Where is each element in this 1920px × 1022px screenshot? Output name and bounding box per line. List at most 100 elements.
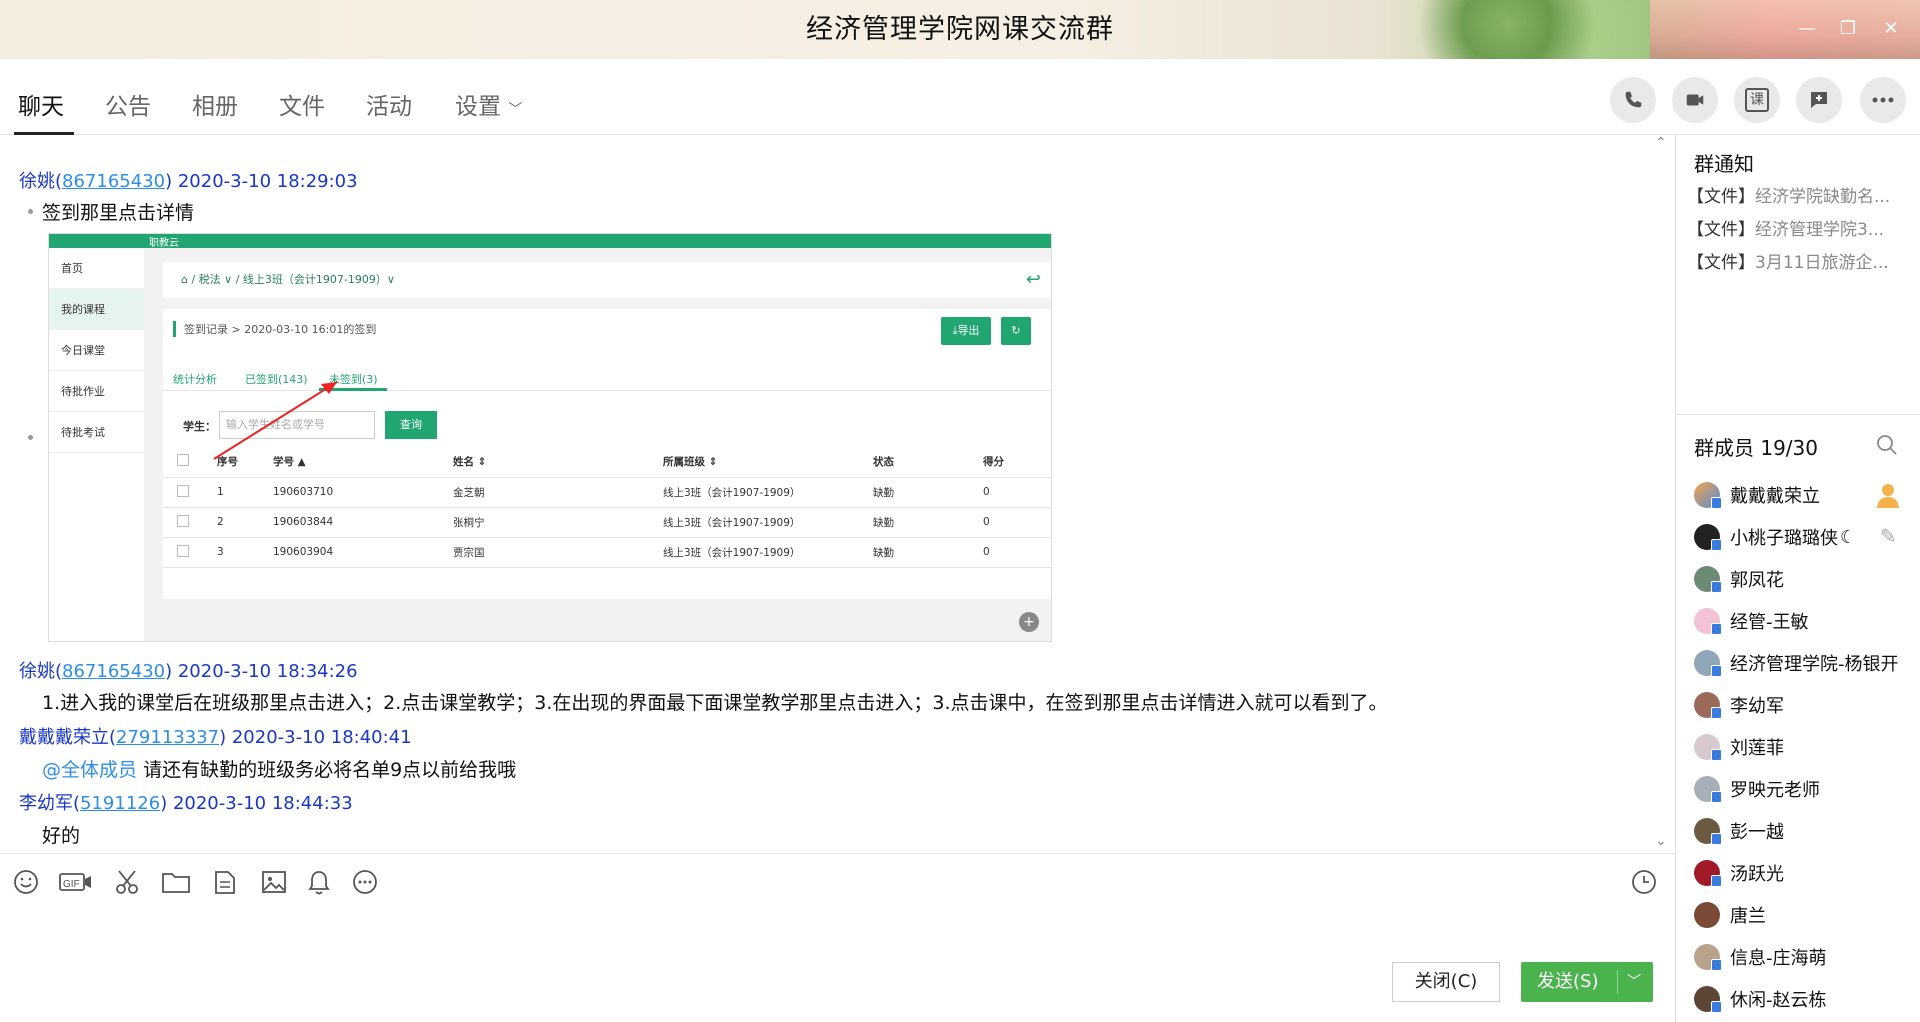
history-clock-icon[interactable] [1630,868,1660,898]
avatar [1694,944,1722,971]
tab-activity[interactable]: 活动 [366,87,412,121]
tab-settings[interactable]: 设置 ﹀ [455,87,522,121]
member-item[interactable]: 戴戴戴荣立 [1694,479,1820,511]
tab-chat[interactable]: 聊天 [18,87,64,121]
tab-announcement[interactable]: 公告 [105,87,151,121]
message-header: 李幼军(5191126) 2020-3-10 18:44:33 [19,793,353,814]
red-arrow-annotation [213,381,338,460]
notice-item[interactable]: 【文件】经济管理学院3... [1687,215,1884,240]
send-options-chevron-icon[interactable]: ﹀ [1627,962,1641,1002]
notice-title: 群通知 [1694,152,1754,176]
message-time: 2020-3-10 18:29:03 [177,171,358,192]
chevron-down-icon: ﹀ [508,102,523,118]
gif-icon[interactable]: GIF [58,868,96,898]
home-icon: ⌂ [181,273,188,286]
bullet-dot [28,435,33,440]
send-separator [1617,970,1618,994]
more-icon[interactable] [1860,77,1906,123]
tab-files[interactable]: 文件 [279,87,325,121]
member-item[interactable]: 小桃子璐璐侠 ☾ [1694,521,1856,553]
image-side-menu: 首页 我的课程 今日课堂 待批作业 待批考试 [49,248,144,641]
panel-divider [1675,135,1676,1022]
mention-all[interactable]: @全体成员 [42,759,137,781]
course-icon[interactable]: 课 [1734,77,1780,123]
tab-album[interactable]: 相册 [192,87,238,121]
avatar [1694,524,1722,551]
member-item[interactable]: 郭凤花 [1694,563,1784,595]
phone-icon[interactable] [1610,77,1656,123]
doc-icon[interactable] [211,868,241,898]
sender-uid[interactable]: 279113337 [116,727,219,748]
image-menu-item: 待批考试 [49,412,144,453]
member-item[interactable]: 刘莲菲 [1694,731,1784,763]
member-item[interactable]: 汤跃光 [1694,857,1784,889]
group-owner-icon [1874,481,1902,509]
avatar [1694,986,1722,1013]
scroll-up-icon[interactable]: ⌃ [1655,135,1667,151]
image-query-button: 查询 [385,411,437,439]
send-button[interactable]: 发送(S) ﹀ [1521,962,1653,1002]
member-item[interactable]: 信息-庄海萌 [1694,941,1827,973]
zoom-plus-icon: + [1019,612,1039,632]
image-table: 序号 学号 ▲ 姓名 ⇕ 所属班级 ⇕ 状态 得分 1 190603710 金芝朝线… [163,447,1051,568]
avatar [1694,818,1722,845]
back-arrow-icon: ↩ [1025,269,1041,290]
moon-icon: ☾ [1840,526,1857,548]
image-crumb: 签到记录 > 2020-03-10 16:01的签到 [173,321,376,337]
message-header: 徐姚(867165430) 2020-3-10 18:34:26 [19,661,358,682]
image-menu-item: 今日课堂 [49,330,144,371]
message-image[interactable]: 职教云 首页 我的课程 今日课堂 待批作业 待批考试 ⌂ / 税法 ∨ / 线上… [48,233,1052,642]
member-item[interactable]: 彭一越 [1694,815,1784,847]
member-item[interactable]: 罗映元老师 [1694,773,1820,805]
message-time: 2020-3-10 18:40:41 [231,727,412,748]
close-window-icon[interactable]: ✕ [1876,14,1906,44]
message-header: 徐姚(867165430) 2020-3-10 18:29:03 [19,171,358,192]
tab-bar: 聊天 公告 相册 文件 活动 设置 ﹀ 课 [0,59,1920,135]
avatar [1694,608,1722,635]
image-icon[interactable] [260,868,290,898]
sender-name[interactable]: 徐姚 [19,171,55,192]
sender-name[interactable]: 徐姚 [19,661,55,682]
notice-item[interactable]: 【文件】3月11日旅游企... [1687,248,1889,273]
sender-uid[interactable]: 5191126 [80,793,160,814]
image-export-button: ⤓导出 [941,317,991,345]
message-text: 1.进入我的课堂后在班级那里点击进入；2.点击课堂教学；3.在出现的界面最下面课… [42,692,1388,714]
notice-item[interactable]: 【文件】经济学院缺勤名... [1687,182,1890,207]
close-button[interactable]: 关闭(C) [1392,962,1500,1002]
image-refresh-icon: ↻ [1001,317,1031,345]
message-input[interactable] [0,900,1675,950]
folder-icon[interactable] [161,868,191,898]
sender-uid[interactable]: 867165430 [62,661,165,682]
message-text: 好的 [42,825,81,847]
member-item[interactable]: 唐兰 [1694,899,1766,931]
message-text: 签到那里点击详情 [42,202,195,224]
emoji-icon[interactable] [12,868,42,898]
member-search-icon[interactable] [1876,434,1898,460]
edit-icon[interactable]: ✎ [1880,524,1897,548]
avatar [1694,650,1722,677]
member-item[interactable]: 李幼军 [1694,689,1784,721]
image-topbar: 职教云 [49,234,1051,249]
scissors-icon[interactable] [113,868,143,898]
image-table-row: 2 190603844 张桐宁 线上3班（会计1907-1909） 缺勤 0 [163,507,1051,538]
sender-name[interactable]: 李幼军 [19,793,73,814]
members-title: 群成员 19/30 [1694,436,1818,460]
add-topic-icon[interactable] [1796,77,1842,123]
image-breadcrumb: ⌂ / 税法 ∨ / 线上3班（会计1907-1909）∨ ↩ [163,262,1051,298]
bell-icon[interactable] [305,868,335,898]
member-item[interactable]: 休闲-赵云栋 [1694,983,1827,1015]
minimize-icon[interactable]: — [1792,14,1822,44]
image-table-row: 3 190603904 贾宗国 线上3班（会计1907-1909） 缺勤 0 [163,537,1051,568]
video-icon[interactable] [1672,77,1718,123]
member-item[interactable]: 经济管理学院-杨银开 [1694,647,1899,679]
restore-icon[interactable]: ❐ [1833,14,1863,44]
sender-name[interactable]: 戴戴戴荣立 [19,727,109,748]
member-item[interactable]: 经管-王敏 [1694,605,1809,637]
chat-area[interactable]: ⌃ 徐姚(867165430) 2020-3-10 18:29:03 签到那里点… [0,135,1675,853]
view-more-messages-link[interactable] [768,135,908,139]
avatar [1694,776,1722,803]
avatar [1694,566,1722,593]
more-circle-icon[interactable] [351,868,381,898]
scroll-down-icon[interactable]: ⌄ [1655,833,1667,849]
sender-uid[interactable]: 867165430 [62,171,165,192]
